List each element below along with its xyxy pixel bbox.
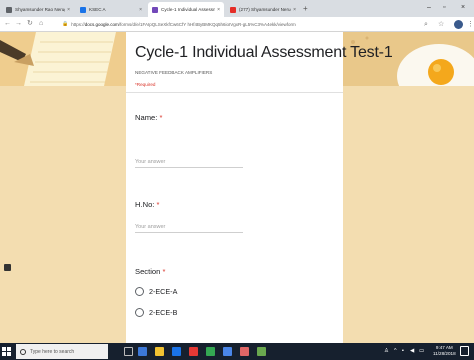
- search-icon: [20, 348, 26, 355]
- feedback-icon[interactable]: [4, 264, 11, 271]
- close-tab-icon[interactable]: ×: [67, 7, 70, 13]
- required-asterisk: *: [156, 200, 160, 209]
- network-icon[interactable]: ▪: [402, 346, 404, 357]
- clock-date: 11/28/2018: [433, 351, 456, 356]
- site-favicon-icon: [80, 6, 86, 13]
- new-tab-button[interactable]: +: [303, 3, 308, 15]
- battery-icon[interactable]: ▭: [419, 346, 424, 357]
- radio-button[interactable]: [135, 308, 144, 317]
- volume-icon[interactable]: ◀: [410, 346, 414, 357]
- minimize-button[interactable]: –: [427, 2, 431, 14]
- google-forms-favicon-icon: [152, 6, 158, 13]
- zoom-icon[interactable]: ⌕: [424, 19, 428, 30]
- browser-toolbar: ← → ↻ ⌂ 🔒 https:// docs.google.com /form…: [0, 17, 474, 32]
- profile-favicon-icon: [6, 6, 12, 13]
- tab-label: KSEC A: [89, 7, 106, 12]
- name-input[interactable]: Your answer: [135, 156, 243, 168]
- option-label: 2-ECE-A: [149, 287, 178, 296]
- store-icon[interactable]: [206, 347, 215, 356]
- close-tab-icon[interactable]: ×: [139, 7, 142, 13]
- radio-button[interactable]: [135, 287, 144, 296]
- edge-browser-icon[interactable]: [172, 347, 181, 356]
- option-label: 2-ECE-B: [149, 308, 178, 317]
- app-icon[interactable]: [257, 347, 266, 356]
- tab-label: Shyamsunder Rao Nerugu: [15, 7, 66, 12]
- close-window-button[interactable]: ×: [461, 2, 465, 14]
- required-asterisk: *: [159, 113, 163, 122]
- chrome-icon[interactable]: [240, 347, 249, 356]
- form-title: Cycle-1 Individual Assessment Test-1: [135, 44, 393, 61]
- back-arrow-icon[interactable]: ←: [4, 18, 11, 30]
- section-option-2-ece-a[interactable]: 2-ECE-A: [135, 287, 177, 296]
- url-path: /forms/d/e/1FAIpQLSeXkfCw6CfY hHf4ByBMKQ…: [118, 22, 296, 27]
- question-text: Section: [135, 267, 161, 276]
- question-name-label: Name: *: [135, 113, 162, 122]
- cortana-icon[interactable]: [138, 347, 147, 356]
- bookmark-star-icon[interactable]: ☆: [438, 19, 444, 30]
- action-center-icon[interactable]: [460, 346, 469, 356]
- taskbar-search-box[interactable]: Type here to search: [16, 344, 108, 359]
- form-card: Cycle-1 Individual Assessment Test-1 NEG…: [126, 32, 393, 343]
- mail-icon[interactable]: [223, 347, 232, 356]
- question-text: Name:: [135, 113, 158, 122]
- close-tab-icon[interactable]: ×: [293, 7, 296, 13]
- address-bar[interactable]: 🔒 https:// docs.google.com /forms/d/e/1F…: [62, 19, 432, 30]
- task-view-icon[interactable]: [124, 347, 133, 356]
- required-note: *Required: [135, 82, 156, 87]
- taskbar-clock[interactable]: 9:47 AM 11/28/2018: [433, 345, 456, 357]
- lock-icon: 🔒: [62, 21, 69, 27]
- profile-avatar[interactable]: [454, 20, 463, 29]
- form-description: NEGATIVE FEEDBACK AMPLIFIERS: [135, 70, 213, 75]
- file-explorer-icon[interactable]: [155, 347, 164, 356]
- tab-ksec[interactable]: KSEC A ×: [76, 2, 146, 17]
- youtube-favicon-icon: [230, 6, 236, 13]
- windows-start-icon[interactable]: [2, 347, 11, 356]
- tab-label: (277) Shyamsunder Nerugu - Yo: [239, 7, 291, 12]
- reload-icon[interactable]: ↻: [27, 18, 33, 30]
- menu-kebab-icon[interactable]: ⋮: [467, 19, 474, 30]
- browser-tab-strip: Shyamsunder Rao Nerugu × KSEC A × Cycle-…: [0, 0, 474, 17]
- media-app-icon[interactable]: [189, 347, 198, 356]
- tab-label: Cycle-1 Individual Assessment T: [161, 7, 216, 12]
- required-asterisk: *: [162, 267, 166, 276]
- home-icon[interactable]: ⌂: [39, 18, 43, 30]
- question-section-label: Section *: [135, 267, 165, 276]
- tab-assessment-form[interactable]: Cycle-1 Individual Assessment T ×: [148, 2, 224, 17]
- url-host: docs.google.com: [84, 22, 119, 27]
- maximize-button[interactable]: ▫: [443, 2, 445, 14]
- form-page: Cycle-1 Individual Assessment Test-1 NEG…: [0, 32, 474, 343]
- tab-shyamsunder-profile[interactable]: Shyamsunder Rao Nerugu ×: [2, 2, 74, 17]
- question-text: H.No:: [135, 200, 155, 209]
- divider: [126, 92, 343, 93]
- section-option-2-ece-b[interactable]: 2-ECE-B: [135, 308, 177, 317]
- hno-input[interactable]: Your answer: [135, 221, 243, 233]
- search-placeholder: Type here to search: [30, 348, 75, 355]
- windows-taskbar: Type here to search ♙ ^ ▪ ◀ ▭ 9:47 AM 11…: [0, 343, 474, 360]
- tab-youtube[interactable]: (277) Shyamsunder Nerugu - Yo ×: [226, 2, 300, 17]
- forward-arrow-icon[interactable]: →: [15, 18, 22, 30]
- header-notepad-illustration: [0, 32, 126, 86]
- question-hno-label: H.No: *: [135, 200, 160, 209]
- close-tab-icon[interactable]: ×: [217, 7, 220, 13]
- people-icon[interactable]: ♙: [384, 346, 389, 357]
- url-prefix: https://: [71, 22, 85, 27]
- tray-chevron-up-icon[interactable]: ^: [394, 346, 397, 357]
